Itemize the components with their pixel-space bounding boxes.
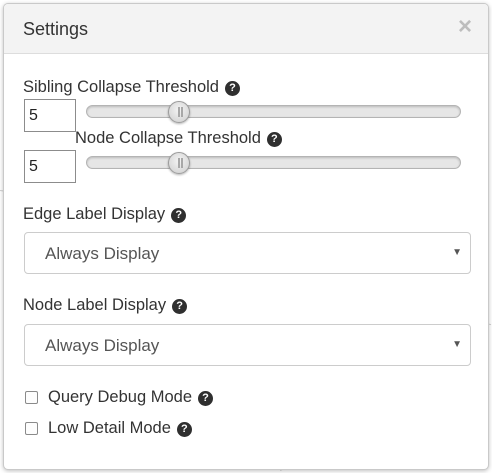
- node-collapse-threshold-slider-track[interactable]: [86, 156, 461, 169]
- node-label-display-value: Always Display: [45, 336, 160, 355]
- modal-title: Settings: [23, 19, 89, 39]
- question-circle-icon[interactable]: ?: [172, 299, 188, 314]
- low-detail-mode-checkbox[interactable]: [25, 422, 38, 435]
- close-icon[interactable]: ×: [458, 15, 472, 39]
- question-circle-icon[interactable]: ?: [198, 391, 213, 406]
- sibling-collapse-threshold-text: Sibling Collapse Threshold: [23, 78, 219, 96]
- node-collapse-threshold-slider-thumb[interactable]: [168, 152, 190, 174]
- low-detail-mode-text: Low Detail Mode: [48, 419, 171, 437]
- sibling-collapse-threshold-slider-track[interactable]: [86, 105, 461, 118]
- question-circle-icon[interactable]: ?: [224, 81, 240, 96]
- node-collapse-threshold-text: Node Collapse Threshold: [75, 129, 261, 147]
- query-debug-mode-label: Query Debug Mode?: [48, 388, 213, 407]
- query-debug-mode-checkbox[interactable]: [25, 391, 38, 404]
- question-circle-icon[interactable]: ?: [171, 208, 187, 223]
- chevron-down-icon: ▼: [452, 339, 462, 350]
- edge-label-display-select[interactable]: Always Display ▼: [24, 232, 471, 274]
- edge-label-display-value: Always Display: [45, 244, 160, 263]
- question-circle-icon[interactable]: ?: [266, 132, 282, 147]
- low-detail-mode-label: Low Detail Mode?: [48, 419, 192, 438]
- node-label-display-select[interactable]: Always Display ▼: [24, 324, 471, 366]
- sibling-collapse-threshold-label: Sibling Collapse Threshold?: [23, 78, 240, 97]
- node-label-display-text: Node Label Display: [23, 296, 167, 314]
- sibling-collapse-threshold-input[interactable]: 5: [24, 99, 76, 132]
- sibling-collapse-threshold-slider-thumb[interactable]: [168, 101, 190, 123]
- edge-label-display-text: Edge Label Display: [23, 205, 166, 223]
- node-collapse-threshold-label: Node Collapse Threshold?: [75, 129, 282, 148]
- edge-label-display-label: Edge Label Display?: [23, 205, 187, 224]
- settings-modal: Settings × Sibling Collapse Threshold? 5…: [3, 3, 489, 470]
- node-collapse-threshold-input[interactable]: 5: [24, 150, 76, 183]
- modal-header: Settings ×: [4, 4, 488, 54]
- query-debug-mode-text: Query Debug Mode: [48, 388, 192, 406]
- question-circle-icon[interactable]: ?: [176, 422, 192, 437]
- node-label-display-label: Node Label Display?: [23, 296, 188, 315]
- chevron-down-icon: ▼: [452, 247, 462, 258]
